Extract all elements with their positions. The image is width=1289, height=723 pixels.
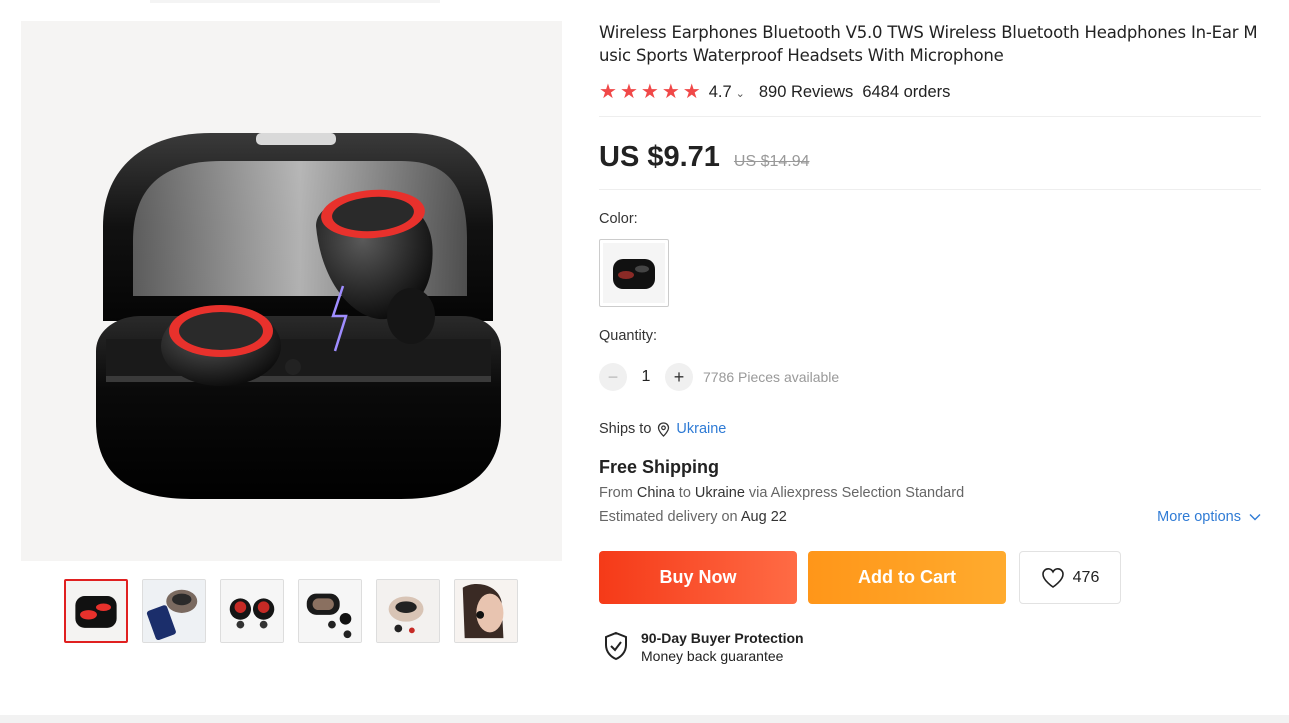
quantity-label: Quantity: bbox=[599, 328, 658, 344]
wishlist-button[interactable]: 476 bbox=[1019, 551, 1121, 604]
thumbnail-1[interactable] bbox=[64, 579, 128, 643]
ships-to-label: Ships to bbox=[599, 421, 652, 437]
current-price: US $9.71 bbox=[599, 141, 720, 173]
color-swatch-image bbox=[603, 243, 665, 303]
star-icon: ★ bbox=[640, 81, 659, 103]
thumbnail-3[interactable] bbox=[220, 579, 284, 643]
ship-country-link[interactable]: Ukraine bbox=[676, 421, 726, 437]
route-via: via Aliexpress Selection Standard bbox=[748, 485, 965, 501]
color-swatch[interactable] bbox=[599, 239, 669, 307]
quantity-increase-button[interactable]: + bbox=[665, 363, 693, 391]
protection-title: 90-Day Buyer Protection bbox=[641, 630, 804, 646]
thumbnail-closeup-icon bbox=[377, 580, 439, 642]
rating-value[interactable]: 4.7 bbox=[709, 83, 732, 102]
delivery-date: Aug 22 bbox=[740, 509, 787, 525]
route-destination: Ukraine bbox=[694, 485, 745, 501]
original-price: US $14.94 bbox=[733, 153, 810, 170]
thumbnail-strip bbox=[64, 579, 518, 643]
quantity-input[interactable]: 1 bbox=[627, 368, 665, 386]
free-shipping-title: Free Shipping bbox=[599, 457, 720, 477]
location-pin-icon bbox=[657, 421, 670, 437]
star-rating: ★ ★ ★ ★ ★ bbox=[599, 82, 701, 102]
thumbnail-buds-icon bbox=[221, 580, 283, 642]
protection-subtitle: Money back guarantee bbox=[641, 648, 784, 664]
route-origin: China bbox=[636, 485, 675, 501]
more-options-link[interactable]: More options bbox=[1157, 509, 1261, 525]
chevron-down-icon bbox=[1249, 513, 1261, 521]
thumbnail-5[interactable] bbox=[376, 579, 440, 643]
chevron-down-icon[interactable]: ⌄ bbox=[736, 87, 745, 100]
star-icon: ★ bbox=[599, 81, 617, 103]
star-icon: ★ bbox=[661, 81, 680, 103]
thumbnail-case-open-icon bbox=[299, 580, 361, 642]
thumbnail-2[interactable] bbox=[142, 579, 206, 643]
more-options-label: More options bbox=[1157, 509, 1241, 525]
earbuds-case-illustration bbox=[96, 133, 501, 499]
divider bbox=[599, 189, 1261, 190]
thumbnail-model-icon bbox=[455, 580, 517, 642]
product-title: Wireless Earphones Bluetooth V5.0 TWS Wi… bbox=[599, 23, 1258, 65]
delivery-label: Estimated delivery on bbox=[599, 509, 738, 525]
thumbnail-6[interactable] bbox=[454, 579, 518, 643]
rating-row: ★ ★ ★ ★ ★ 4.7 ⌄ 890 Reviews 6484 orders bbox=[599, 82, 950, 102]
page-bottom-bar bbox=[0, 715, 1289, 723]
route-to: to bbox=[678, 485, 691, 501]
buy-now-button[interactable]: Buy Now bbox=[599, 551, 797, 604]
route-from: From bbox=[599, 485, 633, 501]
product-info: Wireless Earphones Bluetooth V5.0 TWS Wi… bbox=[599, 21, 1261, 664]
heart-icon bbox=[1041, 567, 1065, 589]
thumbnail-phone-icon bbox=[143, 580, 205, 642]
color-label: Color: bbox=[599, 211, 638, 227]
thumbnail-case-icon bbox=[66, 581, 126, 641]
price-row: US $9.71 US $14.94 bbox=[599, 141, 810, 174]
star-icon: ★ bbox=[682, 81, 701, 103]
add-to-cart-button[interactable]: Add to Cart bbox=[808, 551, 1006, 604]
shield-check-icon bbox=[603, 631, 629, 661]
quantity-decrease-button[interactable]: − bbox=[599, 363, 627, 391]
wishlist-count: 476 bbox=[1072, 568, 1100, 586]
ships-to-row: Ships to Ukraine bbox=[599, 421, 726, 437]
buyer-protection: 90-Day Buyer Protection Money back guara… bbox=[603, 629, 804, 665]
estimated-delivery: Estimated delivery on Aug 22 bbox=[599, 509, 787, 525]
product-main-image[interactable] bbox=[21, 21, 562, 561]
divider bbox=[599, 116, 1261, 117]
top-edge-strip bbox=[150, 0, 440, 3]
star-icon: ★ bbox=[619, 81, 638, 103]
shipping-route: From China to Ukraine via Aliexpress Sel… bbox=[599, 485, 964, 501]
quantity-stepper: − 1 + 7786 Pieces available bbox=[599, 363, 839, 391]
orders-count: 6484 orders bbox=[862, 82, 951, 101]
thumbnail-4[interactable] bbox=[298, 579, 362, 643]
stock-available: 7786 Pieces available bbox=[703, 369, 840, 385]
reviews-link[interactable]: 890 Reviews bbox=[759, 83, 853, 102]
